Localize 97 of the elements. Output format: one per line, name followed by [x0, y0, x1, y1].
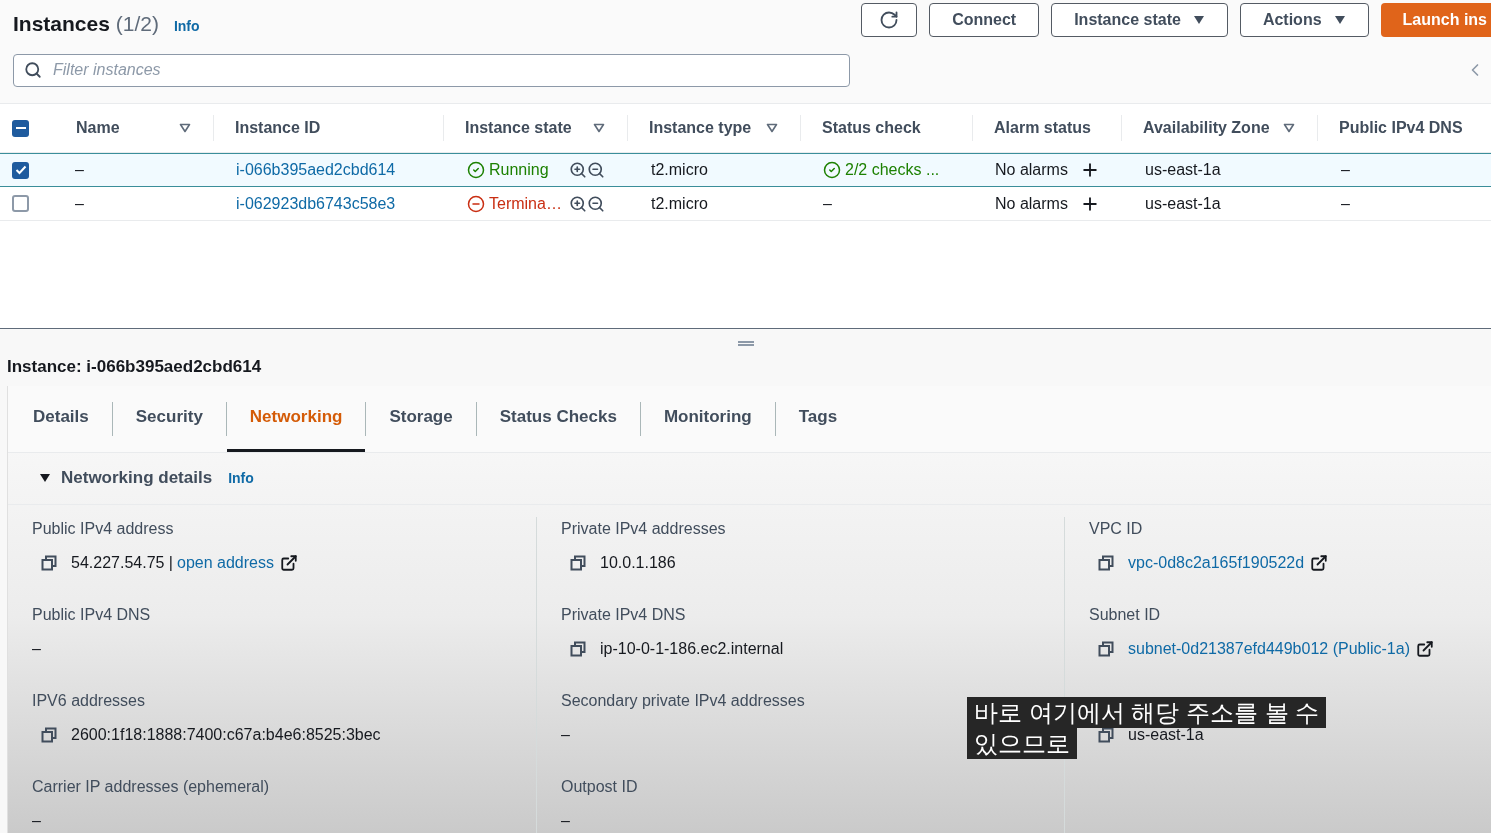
- detail-tab[interactable]: Security: [112, 385, 226, 452]
- table-cell: –: [75, 194, 84, 212]
- table-cell-text: No alarms: [995, 160, 1068, 180]
- column-header[interactable]: Alarm status: [994, 116, 1099, 140]
- field-value: 2600:1f18:1888:7400:c67a:b4e6:8525:3bec: [71, 724, 381, 745]
- zoom-in-icon[interactable]: [569, 161, 587, 179]
- column-header[interactable]: Status check: [822, 116, 950, 140]
- connect-button[interactable]: Connect: [929, 3, 1040, 37]
- caret-icon: [1192, 15, 1205, 25]
- copy-icon[interactable]: [570, 640, 586, 657]
- zoom-out-icon[interactable]: [587, 161, 605, 179]
- table-row[interactable]: – i-066b395aed2cbd614 Running t2.micro 2/2 checks ... No alarms us-east-1a –: [0, 153, 1491, 187]
- external-link-icon[interactable]: [1310, 553, 1329, 572]
- field-value: us-east-1a: [1128, 725, 1204, 745]
- field-value: –: [561, 810, 570, 831]
- field-value: –: [32, 810, 41, 831]
- table-cell: t2.micro: [651, 194, 708, 212]
- field-label: VPC ID: [1089, 518, 1144, 539]
- field-value: –: [32, 638, 41, 659]
- refresh-icon: [879, 10, 900, 30]
- field-value: –: [561, 724, 570, 745]
- sort-caret-icon[interactable]: [766, 123, 778, 133]
- table-cell-text: No alarms: [995, 193, 1068, 214]
- column-header[interactable]: Instance ID: [235, 116, 421, 140]
- video-caption: 바로 여기에서 해당 주소를 볼 수: [967, 697, 1327, 728]
- resource-link[interactable]: vpc-0d8c2a165f190522d: [1128, 550, 1305, 575]
- checkbox[interactable]: [12, 195, 29, 212]
- external-link-icon[interactable]: [280, 553, 298, 572]
- video-caption: 있으므로: [967, 728, 1077, 759]
- field-label: Private IPv4 addresses: [561, 518, 727, 539]
- table-cell: –: [1341, 161, 1350, 178]
- sort-caret-icon[interactable]: [179, 123, 191, 133]
- sort-caret-icon[interactable]: [1283, 123, 1295, 133]
- resource-link[interactable]: subnet-0d21387efd449b012 (Public-1a): [1128, 636, 1410, 661]
- copy-icon[interactable]: [41, 554, 57, 571]
- info-link[interactable]: Info: [228, 467, 254, 489]
- checkbox[interactable]: [12, 161, 29, 179]
- copy-icon[interactable]: [1098, 554, 1114, 571]
- table-cell: –: [1341, 194, 1350, 212]
- zoom-in-icon[interactable]: [569, 194, 587, 213]
- table-cell: –: [75, 161, 84, 178]
- column-header[interactable]: Instance type: [649, 116, 778, 140]
- detail-tab[interactable]: Monitoring: [640, 385, 775, 452]
- column-header[interactable]: Public IPv4 DNS: [1339, 116, 1469, 140]
- field-value: ip-10-0-1-186.ec2.internal: [600, 638, 784, 659]
- copy-icon[interactable]: [570, 554, 586, 571]
- instance-id-link[interactable]: i-062923db6743c58e3: [236, 194, 396, 212]
- detail-tab[interactable]: Details: [10, 385, 112, 452]
- refresh-button[interactable]: [861, 3, 918, 37]
- field-value: 54.227.54.75 |: [71, 552, 174, 573]
- sort-caret-icon[interactable]: [593, 123, 605, 133]
- field-label: Public IPv4 address: [32, 518, 175, 539]
- field-label: Private IPv4 DNS: [561, 604, 687, 625]
- search-icon: [24, 60, 42, 79]
- open-address-link[interactable]: open address: [177, 550, 274, 575]
- filter-field[interactable]: Filter instances: [13, 53, 850, 87]
- launch-button[interactable]: Launch ins: [1380, 3, 1491, 37]
- drag-handle-icon[interactable]: [737, 341, 754, 346]
- field-value: 10.0.1.186: [600, 552, 676, 573]
- instance-state: Termina…: [489, 193, 562, 214]
- table-cell: us-east-1a: [1145, 161, 1221, 178]
- check-circle-icon: [823, 161, 841, 179]
- column-header[interactable]: Instance state: [465, 116, 605, 140]
- table-cell: t2.micro: [651, 161, 708, 178]
- column-header[interactable]: Name: [76, 116, 191, 140]
- status-check: 2/2 checks ...: [845, 160, 940, 180]
- copy-icon[interactable]: [1098, 640, 1114, 657]
- instance-state: Running: [489, 160, 549, 180]
- checkbox[interactable]: [12, 119, 29, 137]
- detail-tab[interactable]: Status Checks: [476, 385, 640, 452]
- info-link[interactable]: Info: [173, 16, 200, 37]
- copy-icon[interactable]: [41, 726, 57, 743]
- table-cell: us-east-1a: [1145, 194, 1221, 212]
- detail-tab[interactable]: Networking: [226, 385, 366, 452]
- field-label: Public IPv4 DNS: [32, 604, 152, 625]
- page-title: Instances (1/2): [13, 11, 159, 37]
- status-check: –: [823, 193, 832, 214]
- field-label: Outpost ID: [561, 776, 639, 797]
- caret-icon: [1333, 15, 1346, 25]
- minus-circle-icon: [467, 194, 485, 213]
- column-header[interactable]: Availability Zone: [1143, 116, 1295, 140]
- external-link-icon[interactable]: [1416, 639, 1434, 658]
- instance-title: Instance: i-066b395aed2cbd614: [6, 356, 263, 378]
- expanded-caret-icon[interactable]: [39, 473, 51, 483]
- check-circle-icon: [467, 161, 485, 179]
- field-label: Subnet ID: [1089, 604, 1162, 625]
- instance-id-link[interactable]: i-066b395aed2cbd614: [236, 161, 396, 178]
- dropdown-button[interactable]: Actions: [1239, 3, 1369, 37]
- detail-tab[interactable]: Tags: [775, 385, 861, 452]
- field-label: Carrier IP addresses (ephemeral): [32, 776, 271, 797]
- field-label: IPV6 addresses: [32, 690, 146, 711]
- dropdown-button[interactable]: Instance state: [1051, 3, 1228, 37]
- zoom-out-icon[interactable]: [587, 194, 605, 213]
- detail-tab[interactable]: Storage: [366, 385, 476, 452]
- field-label: Secondary private IPv4 addresses: [561, 690, 806, 711]
- section-title: Networking details: [61, 467, 213, 490]
- copy-icon[interactable]: [1098, 726, 1114, 743]
